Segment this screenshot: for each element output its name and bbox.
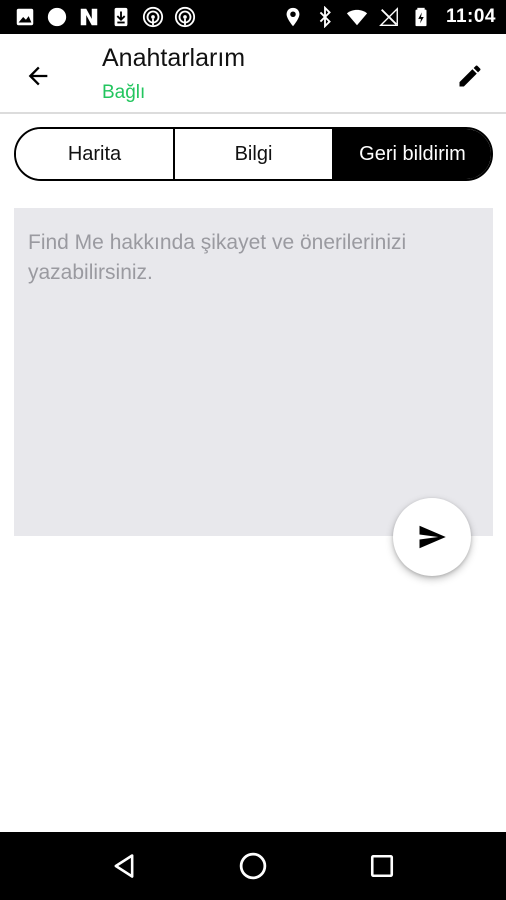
status-time: 11:04 [445, 6, 496, 27]
status-bar: 11:04 [0, 0, 506, 34]
nav-back-button[interactable] [99, 841, 149, 891]
send-icon [419, 525, 446, 549]
podcast-icon [142, 6, 164, 28]
circle-home-icon [239, 852, 267, 880]
bluetooth-icon [314, 6, 336, 28]
navigation-bar [0, 832, 506, 900]
nav-home-button[interactable] [228, 841, 278, 891]
wifi-icon [346, 6, 368, 28]
circle-icon [46, 6, 68, 28]
download-icon [110, 6, 132, 28]
tab-bilgi[interactable]: Bilgi [175, 129, 334, 179]
back-button[interactable] [16, 54, 60, 98]
feedback-container [14, 208, 493, 536]
edit-button[interactable] [448, 54, 492, 98]
n-icon [78, 6, 100, 28]
segmented-tabs: Harita Bilgi Geri bildirim [14, 127, 493, 181]
no-signal-icon [378, 6, 400, 28]
connection-status: Bağlı [102, 82, 146, 103]
nav-recents-button[interactable] [357, 841, 407, 891]
tab-geri-bildirim[interactable]: Geri bildirim [334, 129, 491, 179]
battery-icon [410, 6, 432, 28]
status-notifications [14, 6, 196, 28]
pencil-icon [459, 65, 481, 87]
page-title: Anahtarlarım [102, 44, 246, 72]
image-icon [14, 6, 36, 28]
arrow-left-icon [28, 66, 48, 86]
location-icon [282, 6, 304, 28]
podcast-icon [174, 6, 196, 28]
square-recents-icon [370, 854, 393, 878]
feedback-input[interactable] [14, 208, 493, 536]
tab-harita[interactable]: Harita [16, 129, 175, 179]
triangle-back-icon [114, 854, 134, 878]
app-bar: Anahtarlarım Bağlı [0, 34, 506, 114]
send-button[interactable] [393, 498, 471, 576]
status-system: 11:04 [282, 6, 496, 28]
